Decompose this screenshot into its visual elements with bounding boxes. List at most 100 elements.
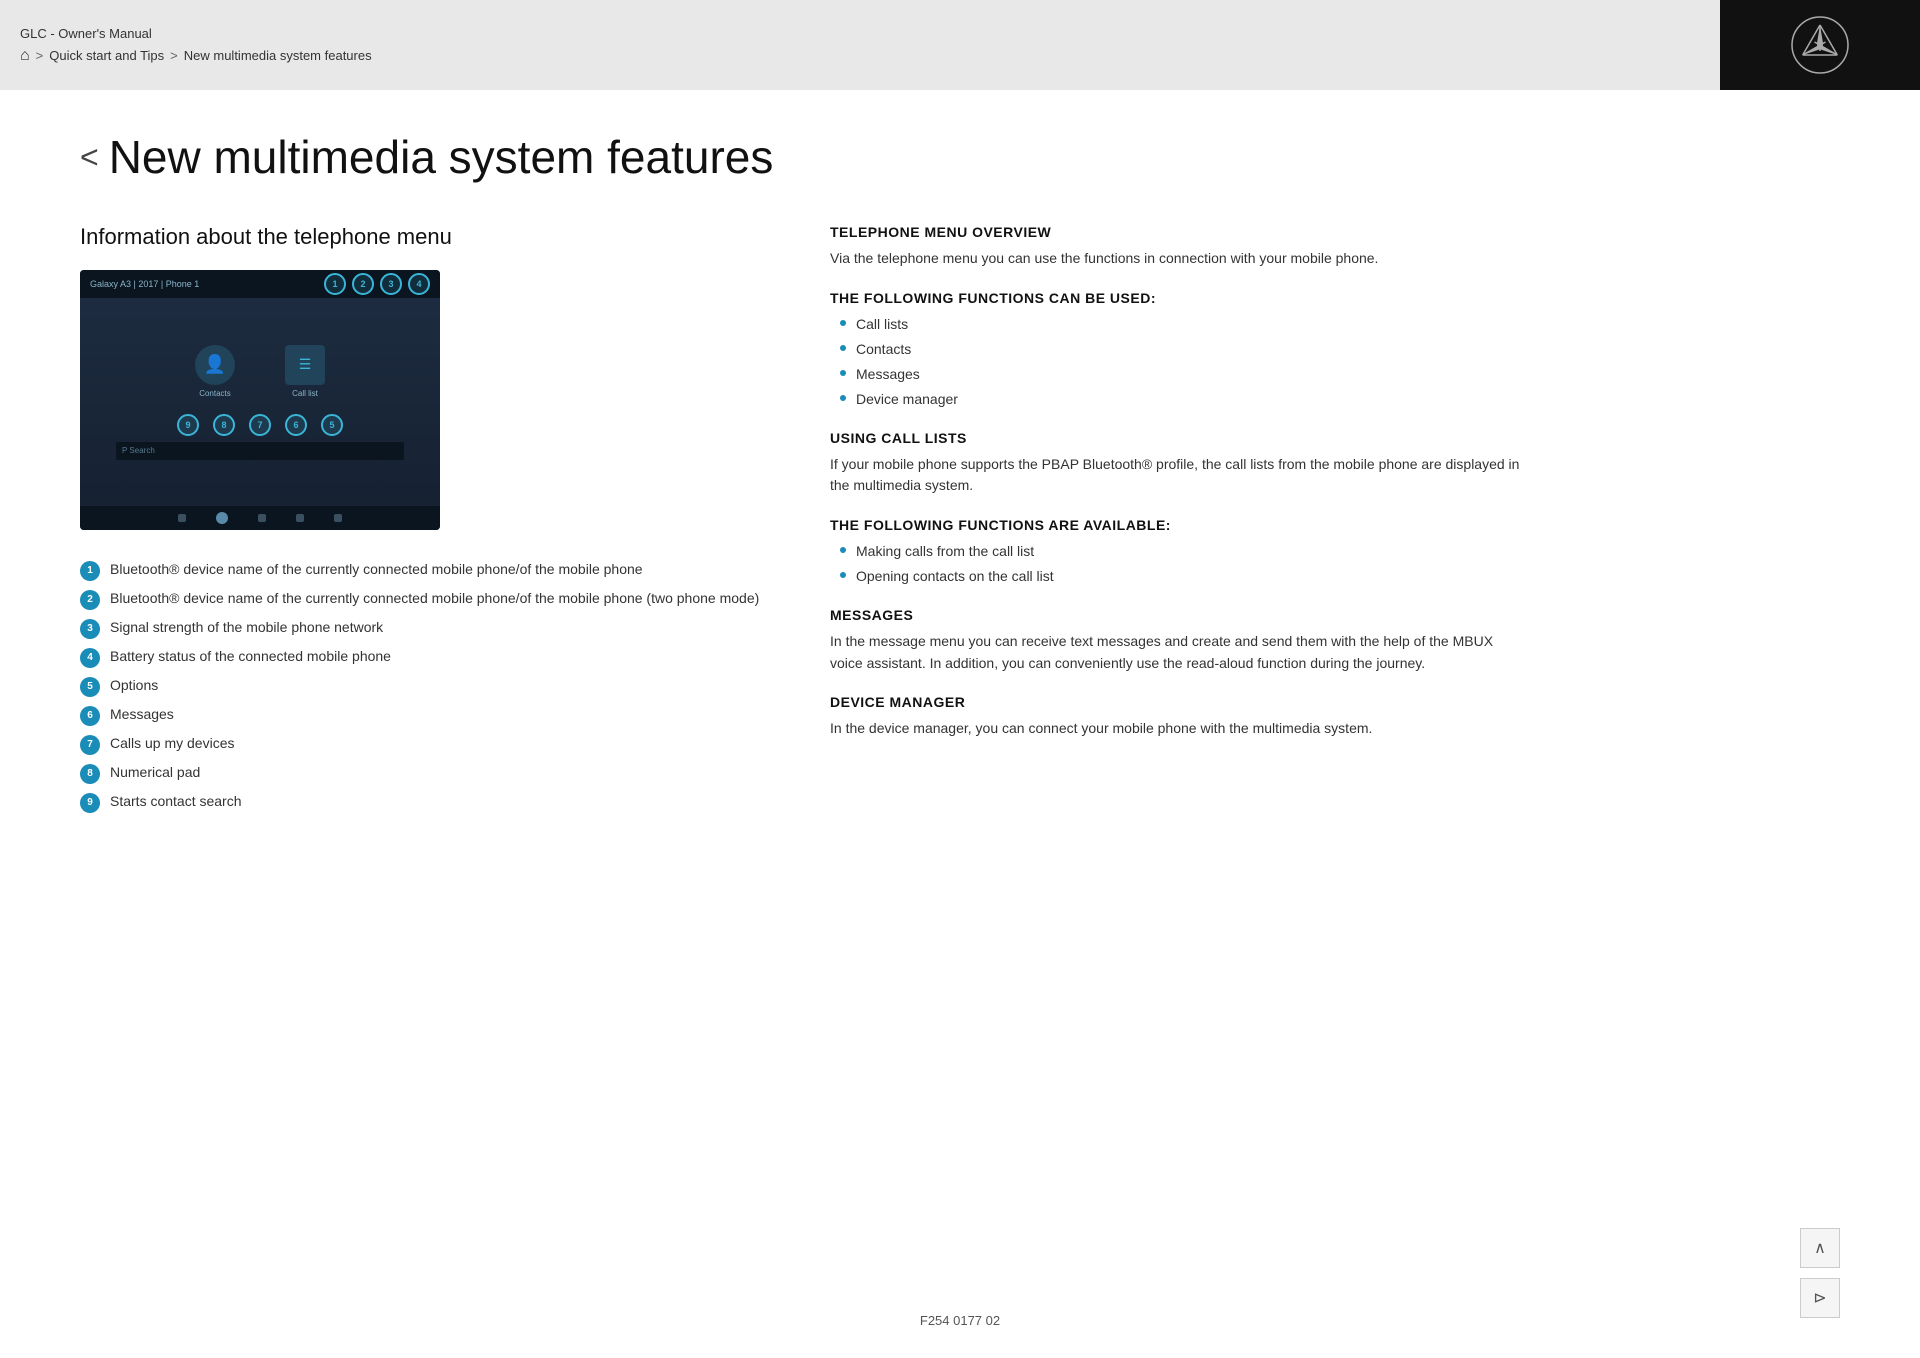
breadcrumb-sep1: > bbox=[36, 48, 44, 63]
numbered-item-text: Calls up my devices bbox=[110, 734, 235, 754]
bullet-dot bbox=[840, 572, 846, 578]
calllist-icon: ☰ bbox=[285, 345, 325, 385]
bookmark-button[interactable]: ⊳ bbox=[1800, 1278, 1840, 1318]
nav-dot-3 bbox=[296, 514, 304, 522]
numbered-item-text: Options bbox=[110, 676, 158, 696]
circle-num-2: 2 bbox=[352, 273, 374, 295]
bullet-list-item: Messages bbox=[840, 364, 1520, 385]
scroll-up-icon: ∧ bbox=[1814, 1238, 1826, 1258]
bullet-text: Device manager bbox=[856, 389, 958, 410]
contacts-icon: 👤 bbox=[195, 345, 235, 385]
phone-bottom-nav bbox=[80, 506, 440, 530]
numbered-item-text: Messages bbox=[110, 705, 174, 725]
right-column: TELEPHONE MENU OVERVIEW Via the telephone… bbox=[830, 224, 1520, 813]
manual-title: GLC - Owner's Manual bbox=[20, 26, 372, 41]
circle-num-3: 3 bbox=[380, 273, 402, 295]
bullet-dot bbox=[840, 547, 846, 553]
bullet-list-item: Contacts bbox=[840, 339, 1520, 360]
numbered-list-item: 4 Battery status of the connected mobile … bbox=[80, 647, 770, 668]
nav-dot-4 bbox=[334, 514, 342, 522]
bullet-dot bbox=[840, 395, 846, 401]
section-text: Via the telephone menu you can use the f… bbox=[830, 248, 1520, 270]
numbered-item-text: Bluetooth® device name of the currently … bbox=[110, 589, 759, 609]
bullet-list-item: Device manager bbox=[840, 389, 1520, 410]
mercedes-logo-area bbox=[1720, 0, 1920, 90]
num-badge: 5 bbox=[80, 677, 100, 697]
calllist-label: Call list bbox=[292, 389, 318, 398]
phone-screen: Galaxy A3 | 2017 | Phone 1 1 2 3 4 👤 bbox=[80, 270, 440, 530]
numbered-item-text: Battery status of the connected mobile p… bbox=[110, 647, 391, 667]
numbered-item-text: Signal strength of the mobile phone netw… bbox=[110, 618, 383, 638]
page-title: New multimedia system features bbox=[109, 130, 774, 184]
circle-num-6: 6 bbox=[285, 414, 307, 436]
nav-dot-1 bbox=[178, 514, 186, 522]
scroll-up-button[interactable]: ∧ bbox=[1800, 1228, 1840, 1268]
header: GLC - Owner's Manual ⌂ > Quick start and… bbox=[0, 0, 1920, 90]
bookmark-icon: ⊳ bbox=[1813, 1288, 1826, 1308]
two-column-layout: Information about the telephone menu Gal… bbox=[80, 224, 1520, 813]
page-title-row: < New multimedia system features bbox=[80, 130, 1520, 184]
bullet-text: Opening contacts on the call list bbox=[856, 566, 1054, 587]
num-badge: 7 bbox=[80, 735, 100, 755]
section-heading: MESSAGES bbox=[830, 607, 1520, 623]
bullet-text: Call lists bbox=[856, 314, 908, 335]
bullet-dot bbox=[840, 320, 846, 326]
circle-num-4: 4 bbox=[408, 273, 430, 295]
section-text: In the device manager, you can connect y… bbox=[830, 718, 1520, 740]
numbered-item-text: Starts contact search bbox=[110, 792, 242, 812]
bullet-list-item: Making calls from the call list bbox=[840, 541, 1520, 562]
circle-num-9: 9 bbox=[177, 414, 199, 436]
numbered-item-text: Numerical pad bbox=[110, 763, 200, 783]
bullet-text: Making calls from the call list bbox=[856, 541, 1034, 562]
numbered-list-item: 7 Calls up my devices bbox=[80, 734, 770, 755]
breadcrumb: ⌂ > Quick start and Tips > New multimedi… bbox=[20, 47, 372, 65]
bullet-list-item: Opening contacts on the call list bbox=[840, 566, 1520, 587]
left-column: Information about the telephone menu Gal… bbox=[80, 224, 770, 813]
section-heading: USING CALL LISTS bbox=[830, 430, 1520, 446]
bullet-list: Making calls from the call list Opening c… bbox=[840, 541, 1520, 587]
breadcrumb-sep2: > bbox=[170, 48, 178, 63]
numbered-list-item: 9 Starts contact search bbox=[80, 792, 770, 813]
bullet-list: Call lists Contacts Messages Device manager bbox=[840, 314, 1520, 410]
bullet-text: Messages bbox=[856, 364, 920, 385]
contacts-label: Contacts bbox=[199, 389, 231, 398]
phone-bottom-nums: 9 8 7 6 5 bbox=[177, 414, 343, 436]
footer-code: F254 0177 02 bbox=[920, 1313, 1000, 1328]
breadcrumb-link1[interactable]: Quick start and Tips bbox=[49, 48, 164, 63]
header-left: GLC - Owner's Manual ⌂ > Quick start and… bbox=[20, 26, 372, 65]
num-badge: 6 bbox=[80, 706, 100, 726]
bullet-list-item: Call lists bbox=[840, 314, 1520, 335]
section-text: In the message menu you can receive text… bbox=[830, 631, 1520, 674]
phone-top-bar: Galaxy A3 | 2017 | Phone 1 1 2 3 4 bbox=[80, 270, 440, 298]
num-badge: 2 bbox=[80, 590, 100, 610]
numbered-list-item: 2 Bluetooth® device name of the currently… bbox=[80, 589, 770, 610]
num-badge: 8 bbox=[80, 764, 100, 784]
numbered-list: 1 Bluetooth® device name of the currently… bbox=[80, 560, 770, 813]
numbered-list-item: 1 Bluetooth® device name of the currently… bbox=[80, 560, 770, 581]
circle-num-8: 8 bbox=[213, 414, 235, 436]
section-heading: TELEPHONE MENU OVERVIEW bbox=[830, 224, 1520, 240]
footer: F254 0177 02 bbox=[0, 1303, 1920, 1328]
bullet-dot bbox=[840, 345, 846, 351]
back-arrow-icon[interactable]: < bbox=[80, 139, 99, 176]
breadcrumb-home-icon[interactable]: ⌂ bbox=[20, 47, 30, 65]
nav-dot-2 bbox=[258, 514, 266, 522]
phone-main-area: 👤 Contacts ☰ Call list 9 8 7 bbox=[80, 298, 440, 506]
phone-screen-image: Galaxy A3 | 2017 | Phone 1 1 2 3 4 👤 bbox=[80, 270, 440, 530]
phone-search-bar: P Search bbox=[116, 442, 404, 460]
num-badge: 1 bbox=[80, 561, 100, 581]
breadcrumb-current: New multimedia system features bbox=[184, 48, 372, 63]
page-content: < New multimedia system features Informa… bbox=[0, 90, 1600, 873]
phone-device-name: Galaxy A3 | 2017 | Phone 1 bbox=[90, 279, 199, 289]
num-badge: 4 bbox=[80, 648, 100, 668]
numbered-item-text: Bluetooth® device name of the currently … bbox=[110, 560, 643, 580]
bullet-dot bbox=[840, 370, 846, 376]
num-badge: 3 bbox=[80, 619, 100, 639]
circle-num-5: 5 bbox=[321, 414, 343, 436]
search-text: P Search bbox=[122, 446, 155, 455]
numbered-list-item: 8 Numerical pad bbox=[80, 763, 770, 784]
bullet-text: Contacts bbox=[856, 339, 911, 360]
numbered-list-item: 6 Messages bbox=[80, 705, 770, 726]
phone-main-icons: 👤 Contacts ☰ Call list bbox=[195, 345, 325, 398]
num-badge: 9 bbox=[80, 793, 100, 813]
